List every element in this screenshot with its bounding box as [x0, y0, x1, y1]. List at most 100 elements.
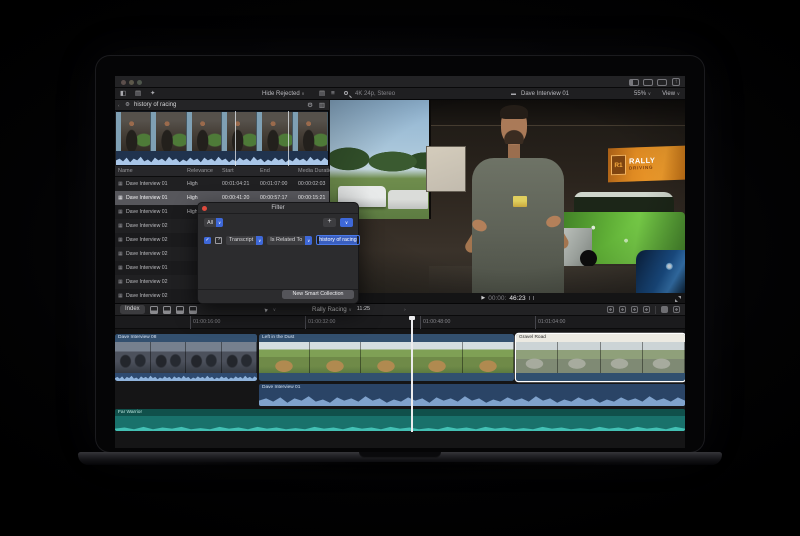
- music-clip[interactable]: Far Warrior: [115, 409, 685, 431]
- row-relevance: High: [187, 177, 221, 191]
- row-duration: 00:00:02:03: [298, 177, 329, 191]
- clip-range-icon: ▦: [118, 191, 123, 205]
- chevron-down-icon: ∨: [273, 303, 276, 316]
- close-window-button[interactable]: [121, 80, 126, 85]
- hide-rejected-filter[interactable]: Hide Rejected ∨: [262, 88, 305, 100]
- collection-title: history of racing: [134, 100, 176, 111]
- forward-history-icon[interactable]: ›: [404, 303, 406, 316]
- index-button[interactable]: Index: [120, 305, 145, 314]
- clip-thumbnails: [516, 342, 685, 373]
- layout-browser-toggle-icon[interactable]: [629, 79, 639, 86]
- overwrite-edit-icon[interactable]: [189, 306, 197, 314]
- rule-value-selected-text: history of racing: [319, 236, 356, 244]
- table-header-row[interactable]: Name Relevance Start End Media Duration: [115, 166, 329, 177]
- clip-range-icon: ▦: [118, 219, 123, 233]
- rule-enabled-checkbox[interactable]: ✓: [204, 237, 211, 244]
- timeline-clip-dave-interview[interactable]: Dave Interview 08: [115, 334, 257, 381]
- clip-label: Left in the Dust: [259, 334, 514, 342]
- frame-step-mark: [533, 296, 534, 300]
- share-arrow-glyph: ↑: [675, 79, 678, 85]
- timeline-tracks[interactable]: Dave Interview 08 Left in the Dust Grave…: [115, 329, 685, 448]
- back-icon[interactable]: ‹: [118, 100, 120, 111]
- viewer-video[interactable]: R1 RALLY DRIVING: [330, 100, 685, 293]
- rule-condition-value: Is Related To: [270, 237, 302, 243]
- append-edit-icon[interactable]: [176, 306, 184, 314]
- timeline-clip-gravel-road-selected[interactable]: Gravel Road: [516, 334, 685, 381]
- browser-settings-icon[interactable]: ⚙: [307, 100, 313, 111]
- viewer-clip-name: Dave Interview 01: [521, 88, 569, 100]
- browser-appearance-icon[interactable]: ▥: [319, 100, 325, 111]
- layout-viewer-toggle-icon[interactable]: [643, 79, 653, 86]
- zoom-window-button[interactable]: [137, 80, 142, 85]
- chevron-down-icon: ∨: [216, 218, 223, 227]
- ruler-tick: 01:00:48:00: [420, 316, 450, 329]
- snapping-toggle-icon[interactable]: [643, 306, 650, 313]
- chevron-down-icon: ∨: [648, 91, 651, 96]
- filter-rule-row: ✓ Transcript∨ Is Related To∨ history of …: [204, 235, 360, 245]
- clip-label: Dave Interview 08: [115, 334, 257, 342]
- timecode-current: 46:23: [509, 295, 525, 302]
- connect-edit-icon[interactable]: [150, 306, 158, 314]
- share-icon[interactable]: ↑: [672, 78, 680, 86]
- clip-grouping-icon[interactable]: ≡: [331, 88, 335, 100]
- clip-boundary: [235, 111, 236, 166]
- plus-icon: +: [327, 218, 331, 225]
- table-row[interactable]: ▦ Dave Interview 01 High 00:01:04:21 00:…: [115, 177, 329, 191]
- filmstrip-thumbnails: [116, 112, 328, 151]
- column-header-name[interactable]: Name: [118, 166, 133, 177]
- column-header-relevance[interactable]: Relevance: [187, 166, 213, 177]
- rule-type-select[interactable]: Transcript∨: [226, 236, 263, 245]
- row-start: 00:01:04:21: [222, 177, 260, 191]
- add-rule-button[interactable]: +: [323, 218, 336, 227]
- chevron-down-icon: ∨: [348, 307, 351, 312]
- filter-window[interactable]: Filter All∨ + ∨ ✓ Transcript∨ Is Related…: [197, 202, 359, 304]
- window-titlebar: ↑: [115, 76, 685, 88]
- clip-appearance-icon[interactable]: ▤: [319, 88, 325, 100]
- laptop-lid-scoop: [359, 452, 441, 458]
- insert-edit-icon[interactable]: [163, 306, 171, 314]
- media-browser-icon[interactable]: ▤: [135, 88, 141, 100]
- ruler-tick: 01:01:04:00: [535, 316, 565, 329]
- layout-timeline-toggle-icon[interactable]: [657, 79, 667, 86]
- smart-collection-icon: ⚙: [125, 100, 130, 111]
- tool-menu-icon[interactable]: [264, 307, 268, 312]
- rule-value-field[interactable]: history of racing: [316, 235, 359, 245]
- ruler-tick: 01:00:16:00: [190, 316, 220, 329]
- project-name-menu[interactable]: Rally Racing ∨: [312, 303, 352, 316]
- viewer-view-menu[interactable]: View ∨: [662, 88, 680, 100]
- row-name: Dave Interview 02: [126, 289, 188, 303]
- timeline-ruler[interactable]: 01:00:16:00 01:00:32:00 01:00:48:00 01:0…: [115, 316, 685, 329]
- match-select[interactable]: All∨: [204, 218, 223, 227]
- viewer-zoom-menu[interactable]: 55% ∨: [634, 88, 651, 100]
- column-header-end[interactable]: End: [260, 166, 270, 177]
- rule-type-value: Transcript: [229, 237, 253, 243]
- new-smart-collection-button[interactable]: New Smart Collection: [282, 290, 354, 299]
- playhead[interactable]: [411, 316, 413, 432]
- effects-browser-icon[interactable]: ✦: [150, 88, 155, 100]
- clip-range-icon: ▦: [118, 261, 123, 275]
- solo-toggle-icon[interactable]: [631, 306, 638, 313]
- fullscreen-icon[interactable]: [675, 296, 681, 302]
- column-header-start[interactable]: Start: [222, 166, 234, 177]
- desktop-background: ↑ ◧ ▤ ✦ Hide Rejected ∨ ▤ ≡ 4K 24p, Ster…: [0, 0, 800, 536]
- audio-skimming-toggle-icon[interactable]: [619, 306, 626, 313]
- search-icon[interactable]: [344, 91, 348, 95]
- clip-filmstrip[interactable]: [116, 111, 328, 166]
- rule-condition-select[interactable]: Is Related To∨: [267, 236, 312, 245]
- minimize-window-button[interactable]: [129, 80, 134, 85]
- connected-clip-dave-interview[interactable]: Dave Interview 01: [259, 384, 685, 406]
- transcript-rule-icon: [215, 237, 222, 244]
- clip-range-icon: ▦: [118, 289, 123, 303]
- vignette-overlay: [330, 100, 685, 293]
- rule-options-button[interactable]: ∨: [340, 218, 353, 227]
- filmstrip-audio-waveform: [116, 151, 328, 165]
- timeline-clip-left-in-the-dust[interactable]: Left in the Dust: [259, 334, 514, 381]
- timeline-settings-icon[interactable]: [673, 306, 680, 313]
- clip-range-icon: ▦: [118, 205, 123, 219]
- skimming-toggle-icon[interactable]: [607, 306, 614, 313]
- clip-range-icon: ▦: [118, 247, 123, 261]
- sidebar-toggle-icon[interactable]: ◧: [120, 88, 126, 100]
- audio-meters-icon[interactable]: [661, 306, 668, 313]
- play-icon[interactable]: ▶: [481, 293, 485, 303]
- clip-audio-strip: [516, 373, 685, 381]
